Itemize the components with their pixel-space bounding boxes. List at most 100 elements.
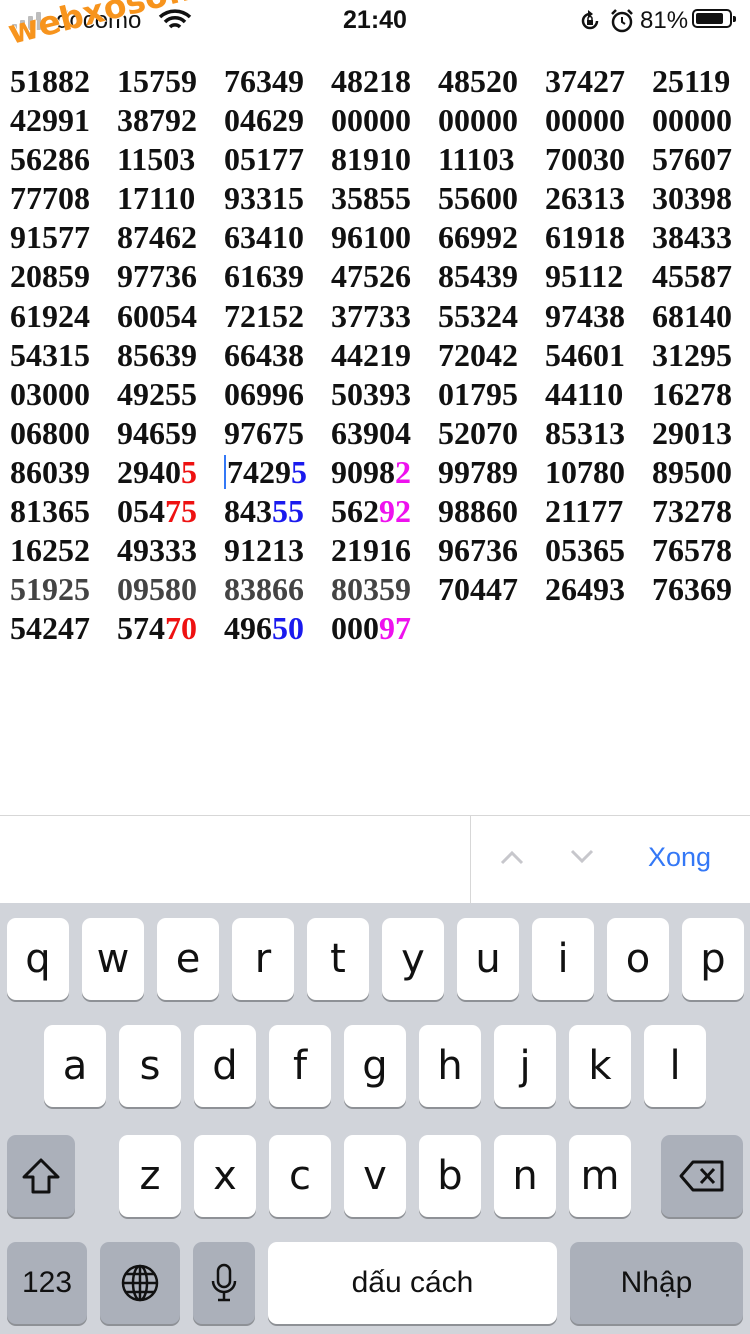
number-row: 77708 17110 93315 35855 55600 26313 30398	[0, 179, 750, 218]
key-m[interactable]: m	[569, 1135, 631, 1217]
key-a[interactable]: a	[44, 1025, 106, 1107]
number-cell: 56286	[0, 140, 107, 179]
number-cell: 30398	[642, 179, 749, 218]
number-digits: 45587	[652, 258, 732, 295]
key-e[interactable]: e	[157, 918, 219, 1000]
number-digits: 81910	[331, 141, 411, 178]
number-cell: 00000	[428, 101, 535, 140]
chevron-down-icon[interactable]	[569, 848, 595, 866]
number-cell: 90982	[321, 453, 428, 492]
shift-key[interactable]	[7, 1135, 75, 1217]
microphone-key[interactable]	[193, 1242, 255, 1324]
number-cell: 00097	[321, 609, 428, 648]
number-cell: 57607	[642, 140, 749, 179]
number-digits: 15759	[117, 63, 197, 99]
key-y[interactable]: y	[382, 918, 444, 1000]
key-o[interactable]: o	[607, 918, 669, 1000]
number-cell: 83866	[214, 570, 321, 609]
number-digits: 37427	[545, 63, 625, 99]
key-u[interactable]: u	[457, 918, 519, 1000]
alarm-icon	[611, 9, 633, 33]
number-row: 91577 87462 63410 96100 66992 61918 38433	[0, 218, 750, 257]
key-f[interactable]: f	[269, 1025, 331, 1107]
number-cell: 99789	[428, 453, 535, 492]
number-digits: 63904	[331, 414, 411, 451]
key-w[interactable]: w	[82, 918, 144, 1000]
number-digits: 44110	[545, 375, 624, 412]
results-grid: 51882 15759 76349 48218 48520 37427 25119 42991…	[0, 62, 750, 648]
number-cell: 76369	[642, 570, 749, 609]
key-h[interactable]: h	[419, 1025, 481, 1107]
number-cell: 57470	[107, 609, 214, 648]
number-digits: 56286	[10, 141, 90, 178]
number-row: 81365 05475 84355 56292 98860 21177 73278	[0, 492, 750, 531]
number-digits: 00000	[438, 102, 518, 139]
number-digits: 2940	[117, 453, 181, 490]
number-cell: 35855	[321, 179, 428, 218]
find-input[interactable]	[0, 816, 470, 904]
number-digits: 03000	[10, 375, 90, 412]
number-digits: 16278	[652, 375, 732, 412]
key-c[interactable]: c	[269, 1135, 331, 1217]
key-n[interactable]: n	[494, 1135, 556, 1217]
key-q[interactable]: q	[7, 918, 69, 1000]
number-digits: 93315	[224, 180, 304, 217]
return-key[interactable]: Nhập	[570, 1242, 743, 1324]
number-digits: 97736	[117, 258, 197, 295]
number-digits: 51925	[10, 571, 90, 608]
number-digits: 20859	[10, 258, 90, 295]
number-digits: 61918	[545, 219, 625, 256]
number-digits: 48218	[331, 63, 411, 99]
number-digits: 7429	[227, 453, 291, 490]
number-cell: 55324	[428, 297, 535, 336]
number-cell: 05475	[107, 492, 214, 531]
key-d[interactable]: d	[194, 1025, 256, 1107]
key-k[interactable]: k	[569, 1025, 631, 1107]
number-cell: 54247	[0, 609, 107, 648]
number-cell: 50393	[321, 375, 428, 414]
key-j[interactable]: j	[494, 1025, 556, 1107]
number-digits: 04629	[224, 102, 304, 139]
number-digits: 35855	[331, 180, 411, 217]
number-cell: 45587	[642, 257, 749, 296]
key-x[interactable]: x	[194, 1135, 256, 1217]
number-digits: 38433	[652, 219, 732, 256]
key-v[interactable]: v	[344, 1135, 406, 1217]
number-digits: 054	[117, 493, 165, 530]
number-row: 54247 57470 49650 00097	[0, 609, 750, 648]
number-cell: 96736	[428, 531, 535, 570]
key-z[interactable]: z	[119, 1135, 181, 1217]
done-button[interactable]: Xong	[648, 842, 711, 873]
key-l[interactable]: l	[644, 1025, 706, 1107]
number-digits: 98860	[438, 493, 518, 530]
number-cell: 49333	[107, 531, 214, 570]
key-p[interactable]: p	[682, 918, 744, 1000]
key-s[interactable]: s	[119, 1025, 181, 1107]
number-cell: 17110	[107, 179, 214, 218]
backspace-key[interactable]	[661, 1135, 743, 1217]
highlighted-digits: 55	[272, 493, 304, 530]
chevron-up-icon[interactable]	[499, 848, 525, 866]
key-t[interactable]: t	[307, 918, 369, 1000]
number-digits: 48520	[438, 63, 518, 99]
number-cell: 55600	[428, 179, 535, 218]
number-digits: 47526	[331, 258, 411, 295]
number-row: 51925 09580 83866 80359 70447 26493 76369	[0, 570, 750, 609]
number-cell: 87462	[107, 218, 214, 257]
globe-key[interactable]	[100, 1242, 180, 1324]
space-key[interactable]: dấu cách	[268, 1242, 557, 1324]
number-cell: 74295	[214, 453, 321, 492]
numbers-key[interactable]: 123	[7, 1242, 87, 1324]
key-i[interactable]: i	[532, 918, 594, 1000]
key-b[interactable]: b	[419, 1135, 481, 1217]
number-cell: 97675	[214, 414, 321, 453]
number-cell: 98860	[428, 492, 535, 531]
number-row: 56286 11503 05177 81910 11103 70030 57607	[0, 140, 750, 179]
key-r[interactable]: r	[232, 918, 294, 1000]
number-cell: 85639	[107, 336, 214, 375]
number-cell: 77708	[0, 179, 107, 218]
key-g[interactable]: g	[344, 1025, 406, 1107]
number-digits: 00000	[652, 102, 732, 139]
number-cell: 49255	[107, 375, 214, 414]
number-row: 03000 49255 06996 50393 01795 44110 16278	[0, 375, 750, 414]
